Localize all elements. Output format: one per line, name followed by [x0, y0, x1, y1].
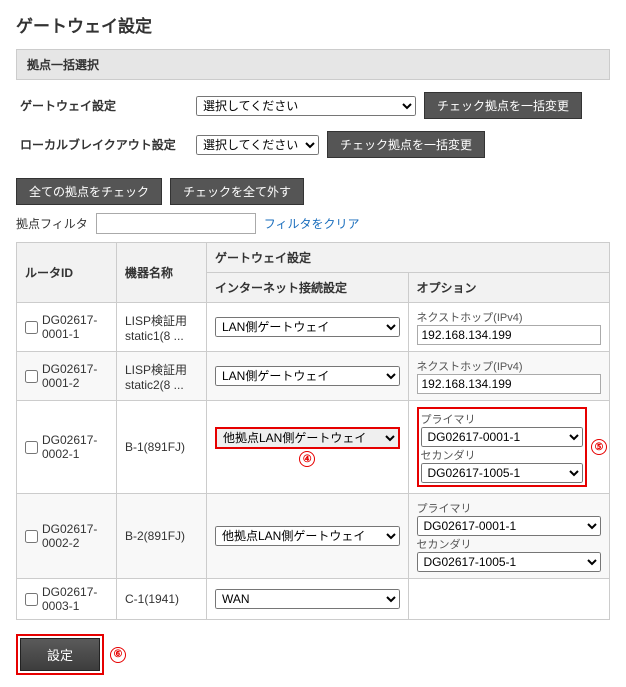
nexthop-label: ネクストホップ(IPv4) — [417, 358, 602, 374]
router-id: DG02617-0003-1 — [42, 585, 108, 613]
row-checkbox[interactable] — [25, 441, 38, 454]
primary-label: プライマリ — [417, 500, 602, 516]
table-row: DG02617-0001-2 LISP検証用 static2(8 ... LAN側… — [17, 352, 610, 401]
secondary-label: セカンダリ — [417, 536, 602, 552]
secondary-select[interactable]: DG02617-1005-1 — [421, 463, 584, 483]
row-checkbox[interactable] — [25, 321, 38, 334]
secondary-label: セカンダリ — [421, 447, 584, 463]
connection-select[interactable]: LAN側ゲートウェイ — [215, 317, 400, 337]
bulk-gateway-label: ゲートウェイ設定 — [16, 97, 196, 114]
primary-select[interactable]: DG02617-0001-1 — [417, 516, 602, 536]
router-id: DG02617-0002-2 — [42, 522, 108, 550]
connection-select[interactable]: 他拠点LAN側ゲートウェイ — [215, 526, 400, 546]
device-name: C-1(1941) — [117, 579, 207, 620]
row-checkbox[interactable] — [25, 530, 38, 543]
bulk-section-header: 拠点一括選択 — [16, 49, 610, 80]
bulk-lbo-apply-button[interactable]: チェック拠点を一括変更 — [327, 131, 485, 158]
table-row: DG02617-0001-1 LISP検証用 static1(8 ... LAN側… — [17, 303, 610, 352]
nexthop-label: ネクストホップ(IPv4) — [417, 309, 602, 325]
router-id: DG02617-0001-1 — [42, 313, 108, 341]
secondary-select[interactable]: DG02617-1005-1 — [417, 552, 602, 572]
gateway-table: ルータID 機器名称 ゲートウェイ設定 インターネット接続設定 オプション DG… — [16, 242, 610, 620]
th-device-name: 機器名称 — [117, 243, 207, 303]
table-row: DG02617-0002-2 B-2(891FJ) 他拠点LAN側ゲートウェイ プラ… — [17, 494, 610, 579]
router-id: DG02617-0002-1 — [42, 433, 108, 461]
primary-label: プライマリ — [421, 411, 584, 427]
filter-input[interactable] — [96, 213, 256, 234]
primary-select[interactable]: DG02617-0001-1 — [421, 427, 584, 447]
annotation-6: ⑥ — [110, 647, 126, 663]
th-gateway-group: ゲートウェイ設定 — [207, 243, 610, 273]
bulk-lbo-row: ローカルブレイクアウト設定 選択してください チェック拠点を一括変更 — [16, 125, 610, 164]
connection-select[interactable]: 他拠点LAN側ゲートウェイ — [215, 427, 400, 449]
filter-clear-link[interactable]: フィルタをクリア — [264, 215, 360, 232]
nexthop-input[interactable] — [417, 325, 602, 345]
table-row: DG02617-0002-1 B-1(891FJ) 他拠点LAN側ゲートウェイ ④ プ… — [17, 401, 610, 494]
bulk-lbo-label: ローカルブレイクアウト設定 — [16, 136, 196, 153]
row-checkbox[interactable] — [25, 593, 38, 606]
bulk-lbo-select[interactable]: 選択してください — [196, 135, 319, 155]
th-option: オプション — [408, 273, 610, 303]
bulk-gateway-row: ゲートウェイ設定 選択してください チェック拠点を一括変更 — [16, 86, 610, 125]
submit-button[interactable]: 設定 — [20, 638, 100, 671]
page-title: ゲートウェイ設定 — [16, 12, 610, 37]
bulk-gateway-select[interactable]: 選択してください — [196, 96, 416, 116]
device-name: LISP検証用 static2(8 ... — [117, 352, 207, 401]
device-name: LISP検証用 static1(8 ... — [117, 303, 207, 352]
nexthop-input[interactable] — [417, 374, 602, 394]
row-checkbox[interactable] — [25, 370, 38, 383]
router-id: DG02617-0001-2 — [42, 362, 108, 390]
th-connection: インターネット接続設定 — [207, 273, 409, 303]
filter-label: 拠点フィルタ — [16, 215, 88, 232]
annotation-4: ④ — [299, 451, 315, 467]
th-router-id: ルータID — [17, 243, 117, 303]
device-name: B-1(891FJ) — [117, 401, 207, 494]
annotation-5: ⑤ — [591, 439, 607, 455]
connection-select[interactable]: LAN側ゲートウェイ — [215, 366, 400, 386]
check-all-button[interactable]: 全ての拠点をチェック — [16, 178, 162, 205]
bulk-gateway-apply-button[interactable]: チェック拠点を一括変更 — [424, 92, 582, 119]
connection-select[interactable]: WAN — [215, 589, 400, 609]
uncheck-all-button[interactable]: チェックを全て外す — [170, 178, 304, 205]
table-row: DG02617-0003-1 C-1(1941) WAN — [17, 579, 610, 620]
device-name: B-2(891FJ) — [117, 494, 207, 579]
